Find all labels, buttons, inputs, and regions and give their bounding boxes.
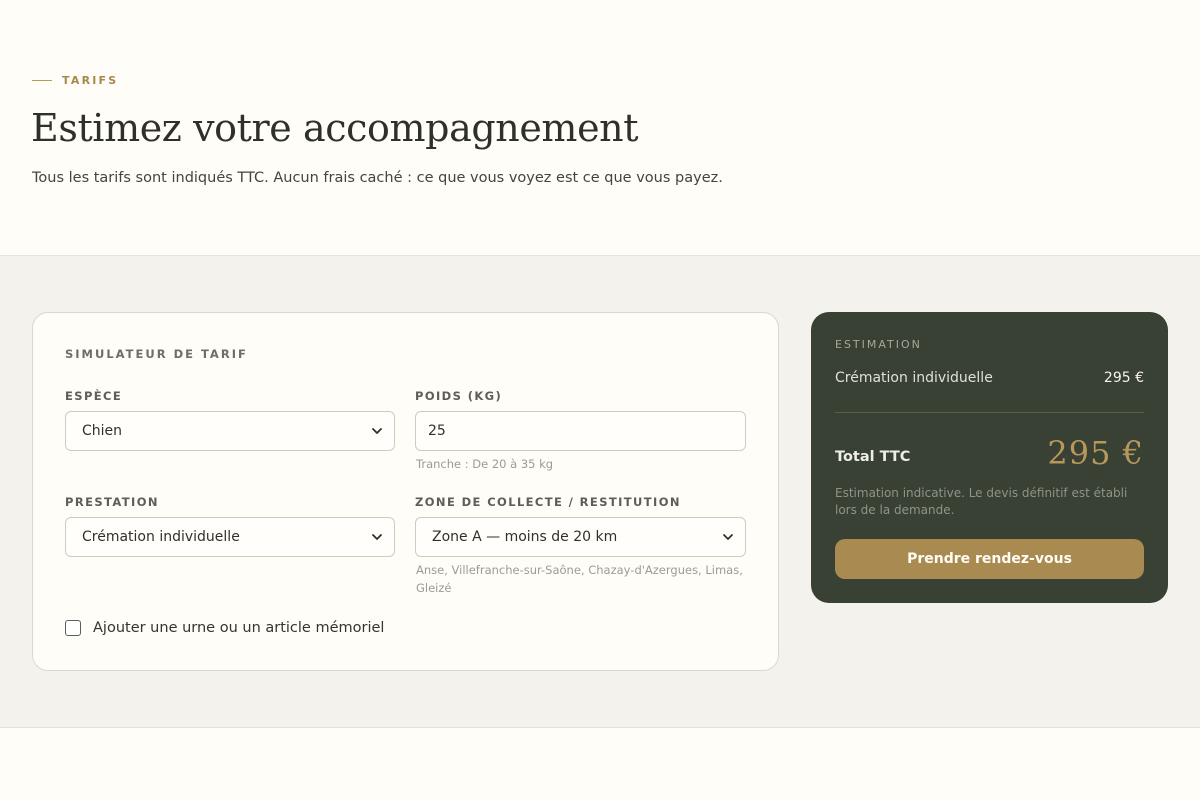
simulator-title: SIMULATEUR DE TARIF xyxy=(65,347,248,361)
weight-input[interactable]: 25 xyxy=(415,411,746,451)
service-value: Crémation individuelle xyxy=(82,529,240,545)
page-subtitle: Tous les tarifs sont indiqués TTC. Aucun… xyxy=(32,170,723,186)
estimate-divider xyxy=(835,412,1144,413)
estimate-line-value: 295 € xyxy=(1103,370,1144,386)
chevron-down-icon xyxy=(372,534,382,540)
species-select[interactable]: Chien xyxy=(65,411,395,451)
service-select[interactable]: Crémation individuelle xyxy=(65,517,395,557)
estimate-note: Estimation indicative. Le devis définiti… xyxy=(835,486,1128,517)
urn-option[interactable]: Ajouter une urne ou un article mémoriel xyxy=(65,620,384,636)
eyebrow-text: TARIFS xyxy=(62,74,119,87)
hero-section: TARIFS Estimez votre accompagnement Tous… xyxy=(0,0,1200,256)
section-eyebrow: TARIFS xyxy=(32,74,118,87)
zone-label: ZONE DE COLLECTE / RESTITUTION xyxy=(415,495,681,509)
estimate-line: Crémation individuelle 295 € xyxy=(835,370,1144,386)
zone-value: Zone A — moins de 20 km xyxy=(432,529,618,545)
estimate-panel: ESTIMATION Crémation individuelle 295 € … xyxy=(811,312,1168,603)
chevron-down-icon xyxy=(372,428,382,434)
species-label: ESPÈCE xyxy=(65,389,123,403)
book-appointment-button[interactable]: Prendre rendez-vous xyxy=(835,539,1144,579)
weight-label: POIDS (KG) xyxy=(415,389,503,403)
total-label: Total TTC xyxy=(835,449,911,465)
page-title: Estimez votre accompagnement xyxy=(31,106,639,150)
zone-help: Anse, Villefranche-sur-Saône, Chazay-d'A… xyxy=(416,563,743,595)
service-label: PRESTATION xyxy=(65,495,159,509)
estimate-title: ESTIMATION xyxy=(835,338,922,351)
species-value: Chien xyxy=(82,423,123,439)
total-value: 295 € xyxy=(1047,434,1144,472)
zone-select[interactable]: Zone A — moins de 20 km xyxy=(415,517,746,557)
eyebrow-line xyxy=(32,80,52,81)
urn-checkbox[interactable] xyxy=(65,620,81,636)
weight-value: 25 xyxy=(428,423,446,439)
simulator-card: SIMULATEUR DE TARIF ESPÈCE Chien POIDS (… xyxy=(32,312,779,671)
chevron-down-icon xyxy=(723,534,733,540)
urn-checkbox-label: Ajouter une urne ou un article mémoriel xyxy=(93,620,385,636)
estimate-line-label: Crémation individuelle xyxy=(835,370,993,386)
weight-help: Tranche : De 20 à 35 kg xyxy=(416,457,554,471)
